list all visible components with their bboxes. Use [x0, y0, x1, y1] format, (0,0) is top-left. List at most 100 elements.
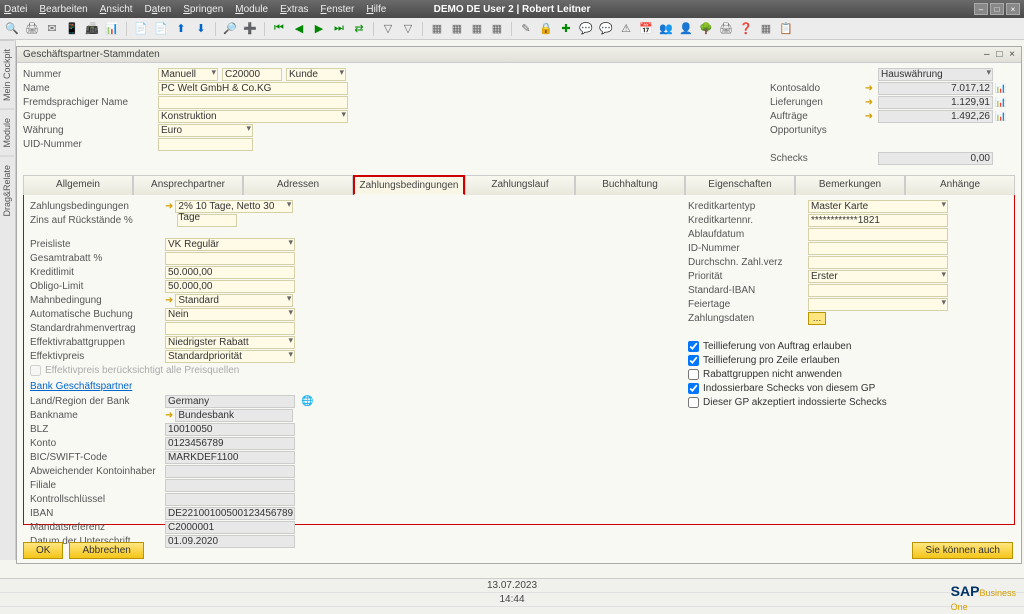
layout2-icon[interactable]: ▦: [449, 21, 465, 37]
plus-green-icon[interactable]: ✚: [558, 21, 574, 37]
chat2-icon[interactable]: 💬: [598, 21, 614, 37]
filter1-icon[interactable]: ▽: [380, 21, 396, 37]
menu-datei[interactable]: Datei: [4, 4, 27, 15]
link-arrow-icon[interactable]: ➜: [864, 111, 874, 122]
doc1-icon[interactable]: 📄: [133, 21, 149, 37]
nummer-type-select[interactable]: Manuell: [158, 68, 218, 81]
filiale-input[interactable]: [165, 479, 295, 492]
effektivpreis-select[interactable]: Standardpriorität: [165, 350, 295, 363]
window-min-icon[interactable]: –: [984, 49, 990, 60]
konto-input[interactable]: 0123456789: [165, 437, 295, 450]
tab-zahlungslauf[interactable]: Zahlungslauf: [465, 175, 575, 195]
edit-icon[interactable]: ✎: [518, 21, 534, 37]
waehrung-select[interactable]: Euro: [158, 124, 253, 137]
export-excel-icon[interactable]: 📊: [104, 21, 120, 37]
abbrechen-button[interactable]: Abbrechen: [69, 542, 143, 559]
cb-gp-akzeptiert[interactable]: [688, 397, 699, 408]
tab-eigenschaften[interactable]: Eigenschaften: [685, 175, 795, 195]
mail-icon[interactable]: ✉: [44, 21, 60, 37]
sms-icon[interactable]: 📱: [64, 21, 80, 37]
filter2-icon[interactable]: ▽: [400, 21, 416, 37]
prioritaet-select[interactable]: Erster: [808, 270, 948, 283]
cb-teillieferung-auftrag[interactable]: [688, 341, 699, 352]
last-icon[interactable]: ⏭: [331, 21, 347, 37]
user-icon[interactable]: 👤: [678, 21, 694, 37]
prev-icon[interactable]: ◀: [291, 21, 307, 37]
preview-icon[interactable]: 🔍: [4, 21, 20, 37]
cb-indossierbare[interactable]: [688, 383, 699, 394]
name-input[interactable]: PC Welt GmbH & Co.KG: [158, 82, 348, 95]
help-icon[interactable]: ❓: [738, 21, 754, 37]
tree-icon[interactable]: 🌳: [698, 21, 714, 37]
automatische-select[interactable]: Nein: [165, 308, 295, 321]
kontrollschl-input[interactable]: [165, 493, 295, 506]
find-icon[interactable]: 🔎: [222, 21, 238, 37]
menu-extras[interactable]: Extras: [280, 4, 308, 15]
lock-icon[interactable]: 🔒: [538, 21, 554, 37]
tab-bemerkungen[interactable]: Bemerkungen: [795, 175, 905, 195]
datum-input[interactable]: 01.09.2020: [165, 535, 295, 548]
link-arrow-icon[interactable]: ➜: [864, 97, 874, 108]
iban-input[interactable]: DE22100100500123456789: [165, 507, 295, 520]
tab-adressen[interactable]: Adressen: [243, 175, 353, 195]
uid-input[interactable]: [158, 138, 253, 151]
layout1-icon[interactable]: ▦: [429, 21, 445, 37]
cb-teillieferung-zeile[interactable]: [688, 355, 699, 366]
globe-icon[interactable]: 🌐: [301, 396, 313, 407]
bic-input[interactable]: MARKDEF1100: [165, 451, 295, 464]
nummer-value-input[interactable]: C20000: [222, 68, 282, 81]
mandatsref-input[interactable]: C2000001: [165, 521, 295, 534]
menu-daten[interactable]: Daten: [145, 4, 172, 15]
bankname-input[interactable]: Bundesbank: [175, 409, 293, 422]
kreditlimit-input[interactable]: 50.000,00: [165, 266, 295, 279]
bank-section-link[interactable]: Bank Geschäftspartner: [30, 381, 313, 392]
alert-icon[interactable]: ⚠: [618, 21, 634, 37]
layout4-icon[interactable]: ▦: [489, 21, 505, 37]
chat1-icon[interactable]: 💬: [578, 21, 594, 37]
landregion-input[interactable]: Germany: [165, 395, 295, 408]
fremdname-input[interactable]: [158, 96, 348, 109]
doc2-icon[interactable]: 📄: [153, 21, 169, 37]
sidetab-cockpit[interactable]: Mein Cockpit: [0, 40, 14, 109]
tab-ansprechpartner[interactable]: Ansprechpartner: [133, 175, 243, 195]
gesamtrabatt-input[interactable]: [165, 252, 295, 265]
menu-ansicht[interactable]: Ansicht: [100, 4, 133, 15]
download-icon[interactable]: ⬇: [193, 21, 209, 37]
window-max-icon[interactable]: □: [996, 49, 1002, 60]
menu-hilfe[interactable]: Hilfe: [366, 4, 386, 15]
menu-module[interactable]: Module: [235, 4, 268, 15]
obligo-input[interactable]: 50.000,00: [165, 280, 295, 293]
link-arrow-icon[interactable]: ➜: [165, 295, 173, 306]
kktyp-select[interactable]: Master Karte: [808, 200, 948, 213]
chart-icon[interactable]: 📊: [995, 83, 1007, 94]
tab-buchhaltung[interactable]: Buchhaltung: [575, 175, 685, 195]
chart-icon[interactable]: 📊: [995, 97, 1007, 108]
sie-koennen-button[interactable]: Sie können auch: [912, 542, 1013, 559]
ok-button[interactable]: OK: [23, 542, 63, 559]
link-arrow-icon[interactable]: ➜: [165, 410, 173, 421]
print-icon[interactable]: 🖨: [24, 21, 40, 37]
swap-icon[interactable]: ⇄: [351, 21, 367, 37]
menu-bearbeiten[interactable]: Bearbeiten: [39, 4, 87, 15]
sidetab-dragrelate[interactable]: Drag&Relate: [0, 156, 14, 225]
link-arrow-icon[interactable]: ➜: [165, 201, 173, 212]
calendar-icon[interactable]: 📅: [638, 21, 654, 37]
mahnbedingung-select[interactable]: Standard: [175, 294, 293, 307]
minimize-icon[interactable]: –: [974, 3, 988, 15]
fax-icon[interactable]: 📠: [84, 21, 100, 37]
first-icon[interactable]: ⏮: [271, 21, 287, 37]
gruppe-select[interactable]: Konstruktion: [158, 110, 348, 123]
menu-fenster[interactable]: Fenster: [320, 4, 354, 15]
report-icon[interactable]: 📋: [778, 21, 794, 37]
tab-allgemein[interactable]: Allgemein: [23, 175, 133, 195]
close-icon[interactable]: ×: [1006, 3, 1020, 15]
standardiban-input[interactable]: [808, 284, 948, 297]
layout3-icon[interactable]: ▦: [469, 21, 485, 37]
upload-icon[interactable]: ⬆: [173, 21, 189, 37]
feiertage-select[interactable]: [808, 298, 948, 311]
zahlungsdaten-button[interactable]: …: [808, 312, 826, 325]
window-close-icon[interactable]: ×: [1009, 49, 1015, 60]
cb-rabattgruppen[interactable]: [688, 369, 699, 380]
next-icon[interactable]: ▶: [311, 21, 327, 37]
durchschn-input[interactable]: [808, 256, 948, 269]
